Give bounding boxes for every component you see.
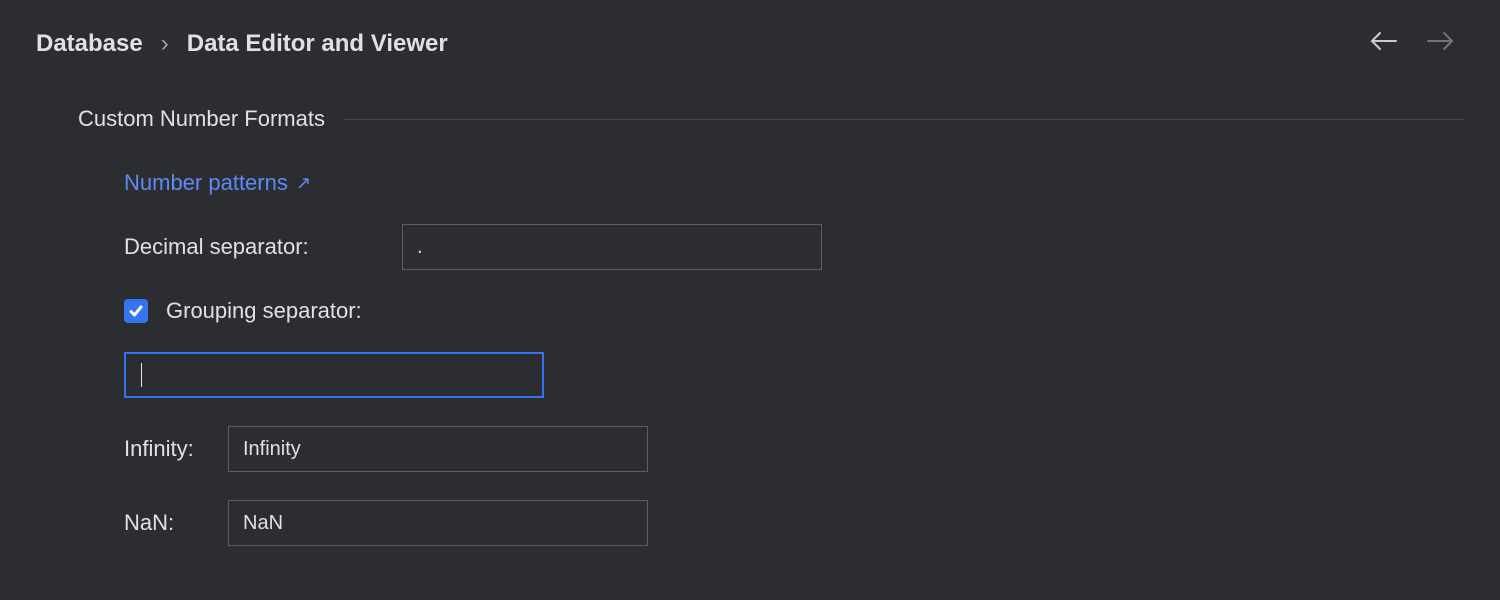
- nan-label: NaN:: [124, 510, 210, 536]
- number-patterns-link[interactable]: Number patterns ↗: [124, 170, 311, 196]
- forward-arrow-icon: [1426, 31, 1454, 57]
- back-arrow-icon[interactable]: [1370, 31, 1398, 57]
- infinity-input[interactable]: [228, 426, 648, 472]
- grouping-separator-input[interactable]: [124, 352, 544, 398]
- breadcrumb-root[interactable]: Database: [36, 30, 143, 58]
- section-divider: [343, 119, 1464, 120]
- controls: Number patterns ↗ Decimal separator: Gro…: [78, 132, 1464, 546]
- grouping-separator-label: Grouping separator:: [166, 298, 362, 324]
- breadcrumb-bar: Database › Data Editor and Viewer: [0, 0, 1500, 58]
- grouping-separator-input-row: [124, 352, 1464, 398]
- decimal-separator-row: Decimal separator:: [124, 224, 1464, 270]
- grouping-separator-checkbox[interactable]: [124, 299, 148, 323]
- external-link-icon: ↗: [296, 173, 311, 194]
- section-header: Custom Number Formats: [78, 106, 1464, 132]
- grouping-separator-row: Grouping separator:: [124, 298, 1464, 324]
- decimal-separator-label: Decimal separator:: [124, 234, 384, 260]
- breadcrumb: Database › Data Editor and Viewer: [36, 30, 448, 58]
- nan-input[interactable]: [228, 500, 648, 546]
- nan-row: NaN:: [124, 500, 1464, 546]
- breadcrumb-current: Data Editor and Viewer: [187, 30, 448, 58]
- section-title: Custom Number Formats: [78, 106, 325, 132]
- breadcrumb-separator: ›: [161, 30, 169, 58]
- text-caret: [141, 363, 142, 387]
- custom-number-formats-section: Custom Number Formats Number patterns ↗ …: [0, 58, 1500, 546]
- nav-arrows: [1370, 31, 1464, 57]
- number-patterns-link-label: Number patterns: [124, 170, 288, 196]
- number-patterns-link-row: Number patterns ↗: [124, 170, 1464, 196]
- decimal-separator-input[interactable]: [402, 224, 822, 270]
- infinity-label: Infinity:: [124, 436, 210, 462]
- infinity-row: Infinity:: [124, 426, 1464, 472]
